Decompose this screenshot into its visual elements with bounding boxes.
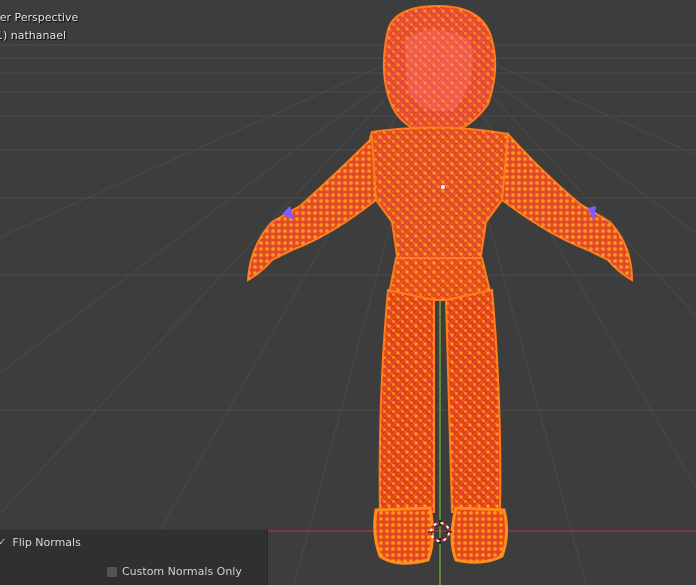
3d-viewport[interactable]: [0, 0, 696, 585]
active-object-label: 1) nathanael: [0, 29, 67, 42]
last-operator-panel: ✓ Flip Normals Custom Normals Only: [0, 529, 268, 585]
floor-grid: [0, 39, 696, 585]
custom-normals-only-checkbox[interactable]: [106, 565, 118, 578]
custom-normals-only-label: Custom Normals Only: [122, 565, 242, 578]
operator-panel-header[interactable]: ✓ Flip Normals: [0, 536, 81, 549]
object-origin-dot: [441, 185, 445, 189]
custom-normals-only-option[interactable]: Custom Normals Only: [106, 565, 242, 578]
view-perspective-label: ser Perspective: [0, 11, 79, 24]
chevron-down-icon[interactable]: ✓: [0, 537, 6, 548]
operator-title: Flip Normals: [12, 536, 81, 549]
